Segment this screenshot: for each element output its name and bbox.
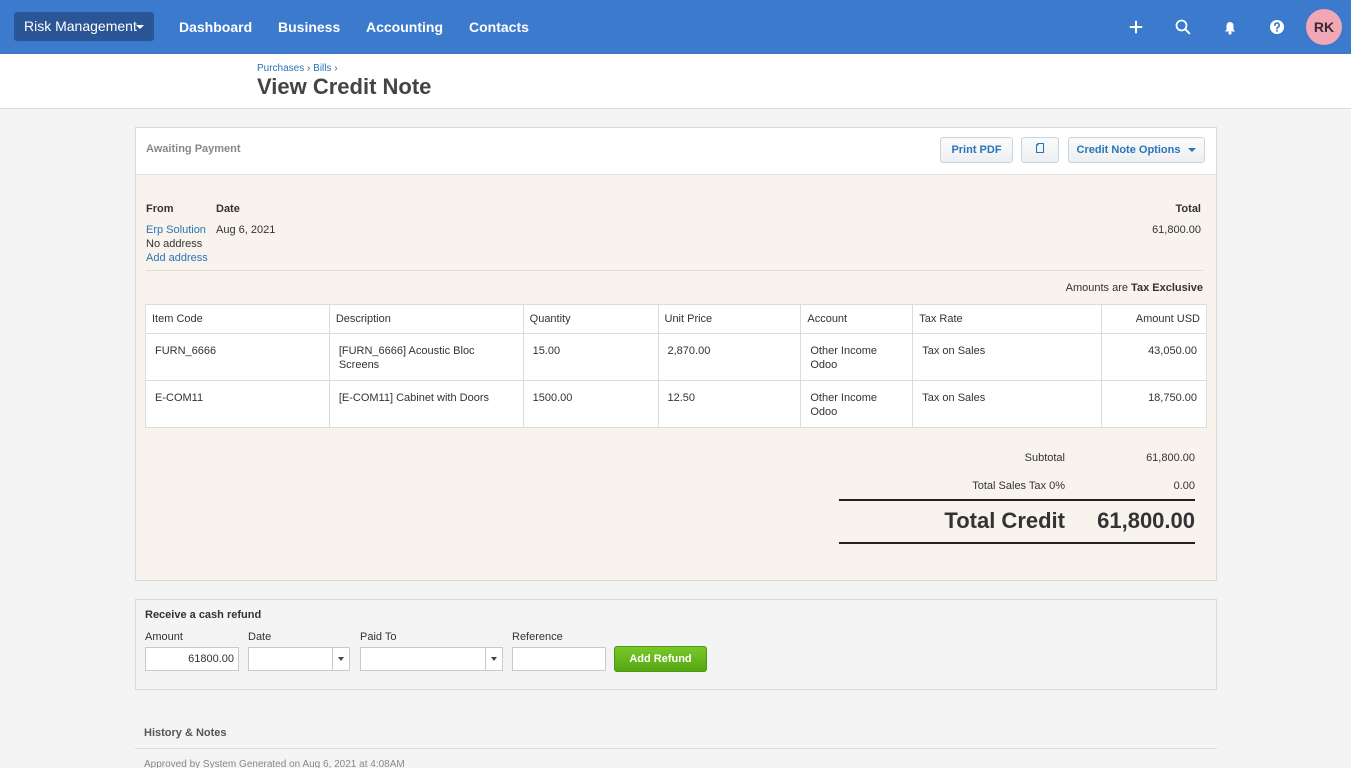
- refund-amount-input[interactable]: 61800.00: [145, 647, 239, 671]
- amount-label: Amount: [145, 631, 183, 643]
- quantity-cell: 15.00: [522, 333, 659, 381]
- history-entry: Approved by System Generated on Aug 6, 2…: [144, 759, 405, 768]
- column-header: Amount USD: [1101, 304, 1207, 334]
- subtotal-value: 61,800.00: [1146, 452, 1195, 464]
- paid-to-dropdown-button[interactable]: [485, 648, 502, 670]
- total-top-rule: [839, 499, 1195, 501]
- plus-icon[interactable]: [1126, 17, 1146, 37]
- date-value: Aug 6, 2021: [216, 224, 276, 236]
- line-items-table: Item Code Description Quantity Unit Pric…: [145, 304, 1207, 428]
- total-bottom-rule: [839, 542, 1195, 544]
- copy-icon: [1035, 143, 1045, 154]
- history-title: History & Notes: [144, 727, 227, 739]
- paid-to-label: Paid To: [360, 631, 397, 643]
- status-label: Awaiting Payment: [146, 143, 241, 155]
- from-label: From: [146, 203, 174, 215]
- subtotal-label: Subtotal: [1024, 452, 1065, 464]
- breadcrumb-bills[interactable]: Bills: [313, 63, 331, 74]
- column-header: Item Code: [145, 304, 330, 334]
- reference-input[interactable]: [512, 647, 606, 671]
- breadcrumb-separator: ›: [334, 63, 338, 74]
- description-cell: [E-COM11] Cabinet with Doors: [328, 380, 524, 428]
- amounts-are-value: Tax Exclusive: [1131, 282, 1203, 294]
- reference-label: Reference: [512, 631, 563, 643]
- print-pdf-button[interactable]: Print PDF: [940, 137, 1013, 163]
- refund-date-input[interactable]: [248, 647, 350, 671]
- copy-button[interactable]: [1021, 137, 1059, 163]
- nav-contacts[interactable]: Contacts: [469, 0, 529, 54]
- nav-accounting[interactable]: Accounting: [366, 0, 443, 54]
- table-header-row: Item Code Description Quantity Unit Pric…: [145, 304, 1207, 334]
- description-cell: [FURN_6666] Acoustic Bloc Screens: [328, 333, 524, 381]
- item-code-cell: E-COM11: [145, 380, 330, 428]
- amount-cell: 18,750.00: [1101, 380, 1207, 428]
- table-row[interactable]: FURN_6666 [FURN_6666] Acoustic Bloc Scre…: [145, 333, 1207, 381]
- tax-rate-cell: Tax on Sales: [912, 380, 1102, 428]
- breadcrumb: Purchases › Bills ›: [257, 63, 338, 74]
- column-header: Quantity: [522, 304, 659, 334]
- amount-cell: 43,050.00: [1101, 333, 1207, 381]
- column-header: Tax Rate: [912, 304, 1102, 334]
- card-header: Awaiting Payment Print PDF Credit Note O…: [136, 128, 1216, 175]
- page-header: Purchases › Bills › View Credit Note: [0, 54, 1351, 109]
- refund-title: Receive a cash refund: [145, 609, 262, 621]
- total-value: 61,800.00: [1152, 224, 1201, 236]
- caret-down-icon: [136, 25, 144, 29]
- tax-rate-cell: Tax on Sales: [912, 333, 1102, 381]
- tax-total-label: Total Sales Tax 0%: [972, 480, 1065, 492]
- page-title: View Credit Note: [257, 74, 432, 99]
- caret-down-icon: [1188, 148, 1197, 153]
- credit-note-options-button[interactable]: Credit Note Options: [1068, 137, 1205, 163]
- date-dropdown-button[interactable]: [332, 648, 349, 670]
- unit-price-cell: 12.50: [657, 380, 802, 428]
- quantity-cell: 1500.00: [522, 380, 659, 428]
- breadcrumb-separator: ›: [307, 63, 311, 74]
- table-row[interactable]: E-COM11 [E-COM11] Cabinet with Doors 150…: [145, 380, 1207, 428]
- refund-date-label: Date: [248, 631, 272, 643]
- column-header: Unit Price: [657, 304, 802, 334]
- item-code-cell: FURN_6666: [145, 333, 330, 381]
- contact-link[interactable]: Erp Solution: [146, 224, 206, 236]
- top-navigation-bar: Risk Management Dashboard Business Accou…: [0, 0, 1351, 54]
- search-icon[interactable]: [1173, 17, 1193, 37]
- total-label: Total: [1175, 203, 1201, 215]
- add-address-link[interactable]: Add address: [146, 252, 208, 264]
- caret-down-icon: [338, 657, 344, 661]
- paid-to-select[interactable]: [360, 647, 503, 671]
- account-cell: Other Income Odoo: [800, 333, 914, 381]
- nav-dashboard[interactable]: Dashboard: [179, 0, 252, 54]
- total-credit-value: 61,800.00: [1097, 508, 1195, 533]
- tax-total-value: 0.00: [1173, 480, 1195, 492]
- organisation-name: Risk Management: [24, 18, 137, 34]
- user-avatar[interactable]: RK: [1306, 9, 1342, 45]
- credit-note-card: Awaiting Payment Print PDF Credit Note O…: [135, 127, 1217, 581]
- account-cell: Other Income Odoo: [800, 380, 914, 428]
- unit-price-cell: 2,870.00: [657, 333, 802, 381]
- add-refund-button[interactable]: Add Refund: [614, 646, 707, 672]
- nav-business[interactable]: Business: [278, 0, 340, 54]
- amounts-are-label: Amounts are: [1065, 282, 1128, 294]
- organisation-menu-button[interactable]: Risk Management: [14, 12, 154, 41]
- help-icon[interactable]: [1267, 17, 1287, 37]
- breadcrumb-purchases[interactable]: Purchases: [257, 63, 304, 74]
- caret-down-icon: [491, 657, 497, 661]
- column-header: Description: [328, 304, 524, 334]
- credit-note-options-label: Credit Note Options: [1076, 144, 1181, 156]
- cash-refund-panel: Receive a cash refund Amount 61800.00 Da…: [135, 599, 1217, 690]
- bell-icon[interactable]: [1220, 17, 1240, 37]
- date-label: Date: [216, 203, 240, 215]
- column-header: Account: [800, 304, 914, 334]
- amounts-are-note: Amounts are Tax Exclusive: [1066, 282, 1203, 294]
- no-address-text: No address: [146, 238, 203, 250]
- divider: [146, 270, 1203, 271]
- history-divider: [135, 748, 1217, 749]
- total-credit-label: Total Credit: [944, 508, 1065, 533]
